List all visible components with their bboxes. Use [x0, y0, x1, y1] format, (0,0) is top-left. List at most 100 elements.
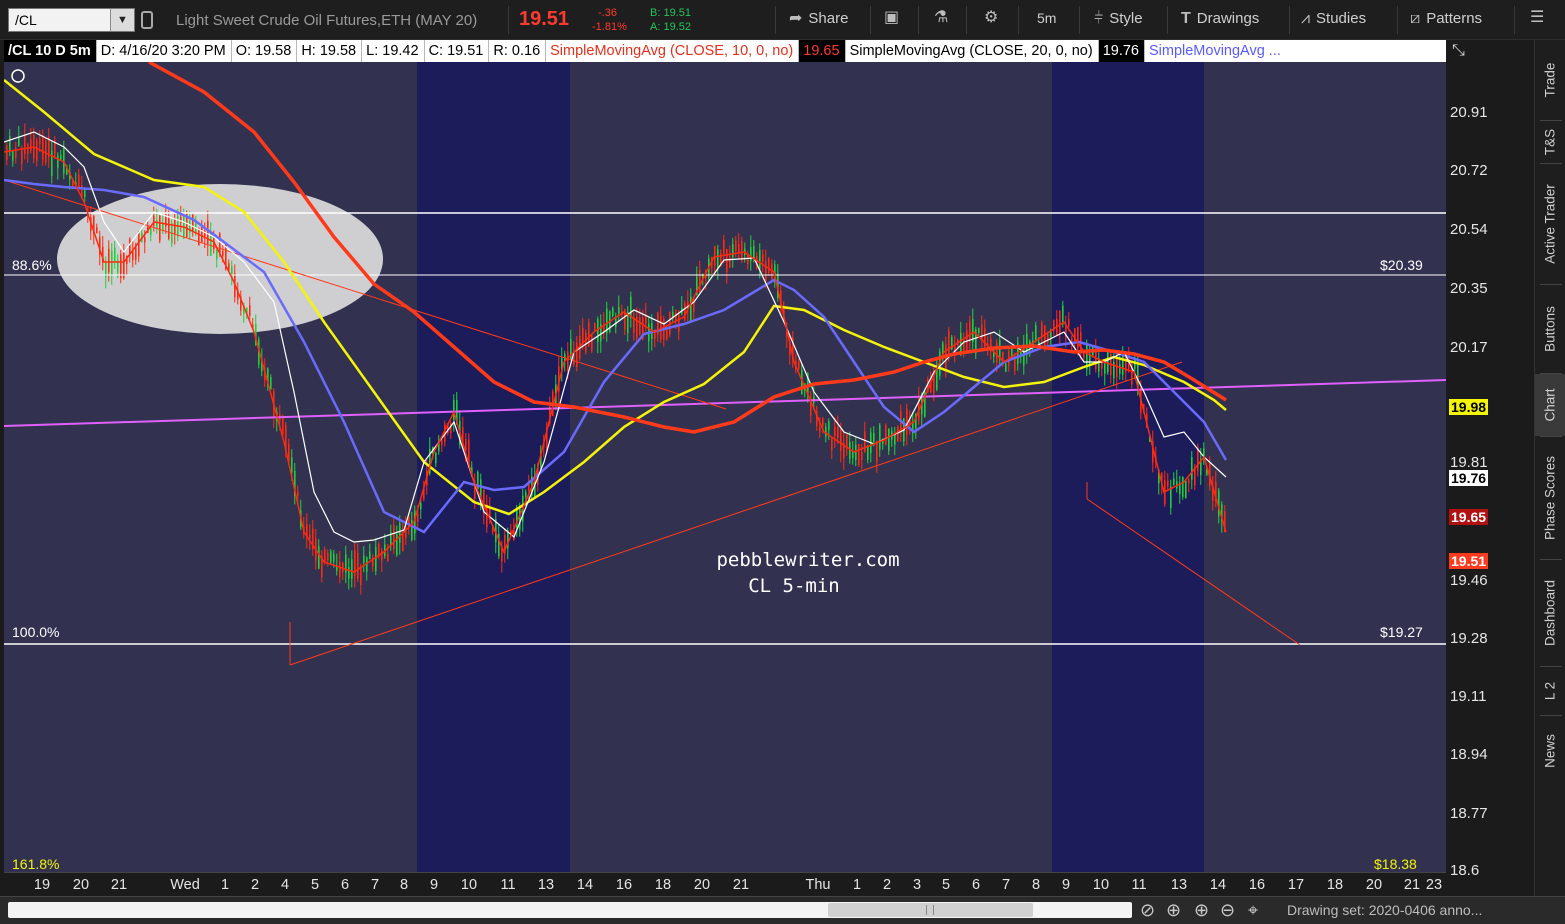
- candle: [729, 256, 731, 268]
- symbol-dropdown-button[interactable]: ▼: [110, 9, 134, 31]
- time-tick: 11: [1131, 877, 1147, 893]
- price-tag-sma10: 19.65: [1449, 509, 1489, 525]
- link-icon[interactable]: [141, 11, 153, 29]
- scrollbar-thumb[interactable]: [828, 903, 1033, 917]
- drawing-settings-icon[interactable]: ⊘: [1140, 900, 1155, 921]
- candle: [867, 445, 869, 460]
- patterns-button[interactable]: ⧄ Patterns: [1410, 10, 1482, 27]
- divider: [1514, 6, 1515, 34]
- time-tick: 1: [852, 877, 862, 893]
- tab-buttons[interactable]: Buttons: [1535, 285, 1565, 373]
- candle: [399, 522, 401, 544]
- candles-icon: ⫩: [1094, 9, 1104, 27]
- time-tick: 21: [110, 877, 128, 893]
- candle: [699, 270, 701, 293]
- time-tick: 20: [693, 877, 711, 893]
- price-tick: 18.77: [1450, 805, 1488, 822]
- price-tick: 18.6: [1450, 862, 1480, 879]
- chart-monitor-icon: ▣: [884, 9, 900, 26]
- cursor-tool-icon[interactable]: ⌖: [1248, 900, 1258, 921]
- drawings-button[interactable]: T Drawings: [1181, 10, 1259, 27]
- candle: [351, 559, 353, 580]
- candle: [39, 138, 41, 145]
- candle: [759, 250, 761, 269]
- fib-1618-pct: 161.8%: [12, 856, 59, 872]
- candle: [111, 250, 113, 275]
- candle: [639, 317, 641, 336]
- patterns-label: Patterns: [1426, 10, 1483, 27]
- candle: [717, 249, 719, 269]
- candle: [30, 139, 32, 151]
- candle: [849, 442, 851, 459]
- candle: [828, 421, 830, 431]
- tab-chart[interactable]: Chart: [1535, 374, 1565, 436]
- divider: [1289, 6, 1290, 34]
- menu-button[interactable]: ☰: [1530, 10, 1544, 26]
- candle: [96, 227, 98, 234]
- candle: [1191, 457, 1193, 480]
- symbol-value: /CL: [15, 12, 37, 28]
- candle: [567, 351, 569, 372]
- time-tick: 13: [537, 877, 555, 893]
- sma10-label[interactable]: SimpleMovingAvg (CLOSE, 10, 0, no): [546, 40, 800, 62]
- candle: [747, 254, 749, 265]
- chart-toolbar: /CL ▼ Light Sweet Crude Oil Futures,ETH …: [0, 0, 1565, 40]
- candle: [210, 233, 212, 256]
- candle: [318, 546, 320, 569]
- chart-symbol-period[interactable]: /CL 10 D 5m: [4, 40, 97, 62]
- time-tick: 17: [1287, 877, 1305, 893]
- tab-trade[interactable]: Trade: [1535, 40, 1565, 120]
- candle: [363, 555, 365, 563]
- bid-price: B: 19.51: [650, 7, 691, 19]
- divider: [918, 6, 919, 34]
- candle: [1167, 480, 1169, 487]
- share-button[interactable]: ➦ Share: [789, 10, 848, 27]
- sma20-label[interactable]: SimpleMovingAvg (CLOSE, 20, 0, no): [846, 40, 1099, 62]
- horizontal-scrollbar[interactable]: [8, 902, 1132, 918]
- candle: [594, 323, 596, 330]
- time-tick: 1: [220, 877, 230, 893]
- sma50-label[interactable]: SimpleMovingAvg ...: [1145, 40, 1286, 62]
- candle: [123, 251, 125, 278]
- candle: [630, 296, 632, 319]
- tab-news[interactable]: News: [1535, 716, 1565, 786]
- candle: [888, 428, 890, 451]
- candle: [381, 550, 383, 561]
- timeframe-button[interactable]: 5m: [1037, 10, 1056, 26]
- time-tick: 23: [1425, 877, 1443, 893]
- candle: [417, 513, 419, 522]
- crosshair-tool-icon[interactable]: ⊕: [1166, 900, 1181, 921]
- price-axis[interactable]: 20.91 20.72 20.54 20.35 20.17 19.81 19.4…: [1446, 62, 1534, 879]
- drawing-set-label[interactable]: Drawing set: 2020-0406 anno...: [1287, 902, 1482, 918]
- tab-level-2[interactable]: L 2: [1535, 667, 1565, 715]
- tab-active-trader[interactable]: Active Trader: [1535, 164, 1565, 284]
- tab-time-and-sales[interactable]: T&S: [1535, 121, 1565, 163]
- price-chart[interactable]: 88.6% $20.39 100.0% $19.27 161.8% $18.38…: [4, 62, 1446, 872]
- studies-button[interactable]: ⩘ Studies: [1301, 10, 1366, 27]
- zoom-in-icon[interactable]: ⊕: [1194, 900, 1209, 921]
- tab-dashboard[interactable]: Dashboard: [1535, 560, 1565, 666]
- time-tick: 8: [399, 877, 409, 893]
- candle: [36, 140, 38, 162]
- tab-phase-scores[interactable]: Phase Scores: [1535, 437, 1565, 559]
- zoom-out-icon[interactable]: ⊖: [1220, 900, 1235, 921]
- time-axis[interactable]: 19 20 21 Wed 1 2 4 5 6 7 8 9 10 11 13 14 16 18 20 21 Thu 1 2 3 5…: [4, 872, 1446, 896]
- chart-settings-button[interactable]: ▣: [884, 10, 899, 26]
- share-label: Share: [808, 10, 849, 27]
- time-tick: 19: [33, 877, 51, 893]
- candle: [936, 369, 938, 390]
- style-button[interactable]: ⫩ Style: [1094, 10, 1143, 27]
- time-tick: 6: [971, 877, 981, 893]
- net-change: -.36: [598, 7, 617, 19]
- settings-button[interactable]: ⚙: [984, 10, 998, 26]
- candle: [378, 544, 380, 555]
- symbol-input[interactable]: /CL ▼: [8, 8, 135, 32]
- thinkorswim-chart-window: /CL ▼ Light Sweet Crude Oil Futures,ETH …: [0, 0, 1565, 924]
- time-tick: 16: [615, 877, 633, 893]
- collapse-icon[interactable]: ⤡: [1452, 42, 1465, 60]
- candle: [435, 452, 437, 464]
- time-tick: 9: [429, 877, 439, 893]
- time-tick: 7: [1001, 877, 1011, 893]
- tab-label: Trade: [1542, 62, 1558, 98]
- studies-lab-button[interactable]: ⚗: [934, 10, 948, 26]
